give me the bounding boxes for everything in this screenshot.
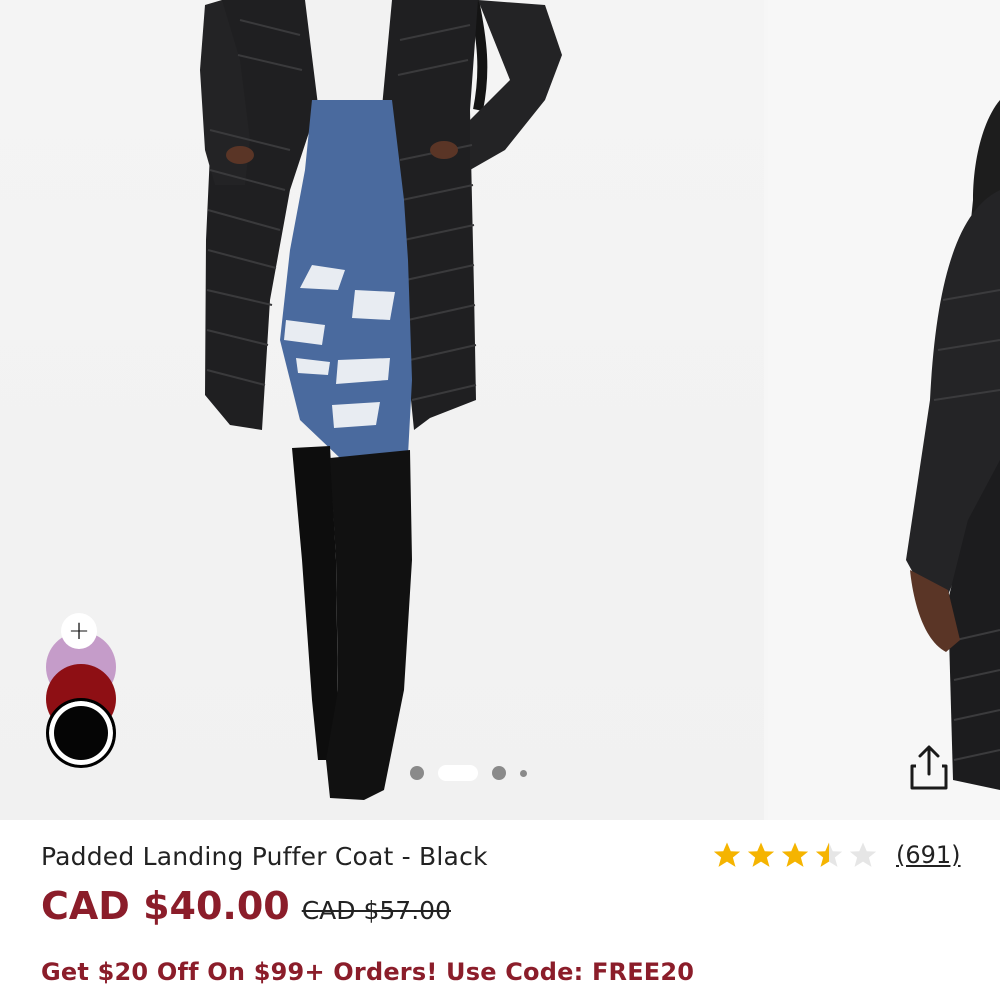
star-icon	[747, 842, 775, 867]
share-button[interactable]	[904, 742, 956, 794]
color-swatches: +	[44, 612, 118, 772]
star-empty-icon	[849, 842, 877, 867]
swatch-black-selected[interactable]	[46, 698, 116, 768]
product-image-next[interactable]	[768, 0, 1000, 820]
product-image-main[interactable]: +	[0, 0, 764, 820]
sale-price: CAD $40.00	[41, 884, 290, 928]
review-count-link[interactable]: (691)	[896, 841, 961, 869]
carousel-dot-2-active[interactable]	[438, 765, 478, 781]
product-title: Padded Landing Puffer Coat - Black	[41, 842, 488, 871]
carousel-dot-1[interactable]	[410, 766, 424, 780]
add-color-button[interactable]: +	[61, 613, 97, 649]
carousel-dot-3[interactable]	[492, 766, 506, 780]
star-icon	[781, 842, 809, 867]
product-rating[interactable]: (691)	[712, 840, 961, 870]
carousel-dot-4[interactable]	[520, 769, 527, 777]
star-half-icon	[815, 842, 843, 867]
model-photo-next	[906, 100, 1000, 790]
product-info: Padded Landing Puffer Coat - Black (691)…	[0, 820, 1000, 1000]
share-icon	[910, 745, 948, 790]
price-row: CAD $40.00 CAD $57.00	[41, 884, 451, 928]
carousel-dots	[410, 764, 527, 782]
original-price: CAD $57.00	[301, 896, 451, 925]
product-image-gallery[interactable]: +	[0, 0, 1000, 820]
star-icon	[713, 842, 741, 867]
plus-icon: +	[68, 616, 90, 646]
promo-banner: Get $20 Off On $99+ Orders! Use Code: FR…	[41, 958, 695, 986]
